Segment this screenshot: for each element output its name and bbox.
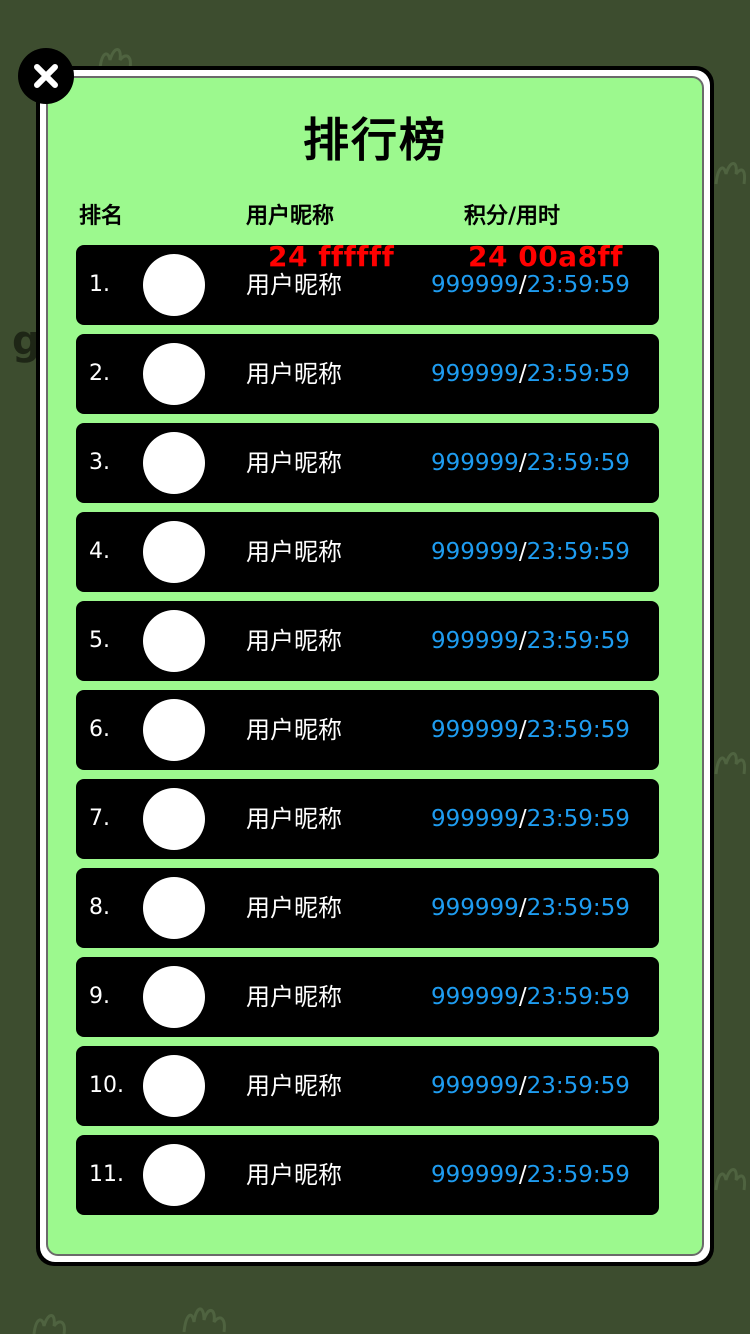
avatar bbox=[143, 343, 205, 405]
score-time: 999999/23:59:59 bbox=[431, 512, 630, 592]
score-time: 999999/23:59:59 bbox=[431, 779, 630, 859]
score-value: 999999 bbox=[431, 272, 519, 298]
score-separator: / bbox=[518, 984, 527, 1010]
score-separator: / bbox=[518, 717, 527, 743]
close-button[interactable] bbox=[18, 48, 74, 104]
user-nickname: 用户昵称 bbox=[246, 983, 342, 1011]
leaderboard-row: 9. 用户昵称 999999/23:59:59 bbox=[76, 957, 659, 1037]
leaderboard-row: 10. 用户昵称 999999/23:59:59 bbox=[76, 1046, 659, 1126]
user-nickname: 用户昵称 bbox=[246, 1161, 342, 1189]
score-separator: / bbox=[518, 628, 527, 654]
rank-number: 1. bbox=[89, 272, 110, 297]
rank-number: 9. bbox=[89, 984, 110, 1009]
grass-tuft-icon bbox=[714, 752, 746, 775]
time-value: 23:59:59 bbox=[526, 628, 630, 654]
score-value: 999999 bbox=[431, 628, 519, 654]
rank-number: 4. bbox=[89, 539, 110, 564]
avatar bbox=[143, 1144, 205, 1206]
score-value: 999999 bbox=[431, 539, 519, 565]
leaderboard-row: 6. 用户昵称 999999/23:59:59 bbox=[76, 690, 659, 770]
score-value: 999999 bbox=[431, 806, 519, 832]
score-time: 999999/23:59:59 bbox=[431, 690, 630, 770]
header-rank: 排名 bbox=[79, 204, 124, 229]
leaderboard-row: 3. 用户昵称 999999/23:59:59 bbox=[76, 423, 659, 503]
time-value: 23:59:59 bbox=[526, 361, 630, 387]
score-style-annotation: 24 00a8ff bbox=[468, 240, 623, 273]
page-title: 排行榜 bbox=[303, 113, 447, 167]
avatar bbox=[143, 877, 205, 939]
leaderboard-row: 8. 用户昵称 999999/23:59:59 bbox=[76, 868, 659, 948]
time-value: 23:59:59 bbox=[526, 1073, 630, 1099]
avatar bbox=[143, 699, 205, 761]
time-value: 23:59:59 bbox=[526, 272, 630, 298]
avatar bbox=[143, 1055, 205, 1117]
score-time: 999999/23:59:59 bbox=[431, 868, 630, 948]
score-time: 999999/23:59:59 bbox=[431, 601, 630, 681]
user-nickname: 用户昵称 bbox=[246, 360, 342, 388]
avatar bbox=[143, 788, 205, 850]
score-time: 999999/23:59:59 bbox=[431, 334, 630, 414]
avatar bbox=[143, 966, 205, 1028]
grass-tuft-icon bbox=[182, 1307, 226, 1333]
score-time: 999999/23:59:59 bbox=[431, 1046, 630, 1126]
avatar bbox=[143, 254, 205, 316]
score-value: 999999 bbox=[431, 984, 519, 1010]
avatar bbox=[143, 432, 205, 494]
rank-number: 7. bbox=[89, 806, 110, 831]
score-value: 999999 bbox=[431, 1162, 519, 1188]
user-nickname: 用户昵称 bbox=[246, 449, 342, 477]
leaderboard-row: 7. 用户昵称 999999/23:59:59 bbox=[76, 779, 659, 859]
rank-number: 3. bbox=[89, 450, 110, 475]
user-nickname: 用户昵称 bbox=[246, 538, 342, 566]
score-separator: / bbox=[518, 895, 527, 921]
rank-number: 2. bbox=[89, 361, 110, 386]
leaderboard-row: 4. 用户昵称 999999/23:59:59 bbox=[76, 512, 659, 592]
score-separator: / bbox=[518, 539, 527, 565]
score-value: 999999 bbox=[431, 361, 519, 387]
time-value: 23:59:59 bbox=[526, 895, 630, 921]
leaderboard-row: 11. 用户昵称 999999/23:59:59 bbox=[76, 1135, 659, 1215]
time-value: 23:59:59 bbox=[526, 984, 630, 1010]
time-value: 23:59:59 bbox=[526, 1162, 630, 1188]
avatar bbox=[143, 521, 205, 583]
header-score-time: 积分/用时 bbox=[464, 204, 561, 229]
time-value: 23:59:59 bbox=[526, 806, 630, 832]
user-nickname: 用户昵称 bbox=[246, 1072, 342, 1100]
rank-number: 8. bbox=[89, 895, 110, 920]
score-time: 999999/23:59:59 bbox=[431, 957, 630, 1037]
rank-number: 6. bbox=[89, 717, 110, 742]
score-separator: / bbox=[518, 1162, 527, 1188]
score-separator: / bbox=[518, 450, 527, 476]
score-value: 999999 bbox=[431, 717, 519, 743]
score-time: 999999/23:59:59 bbox=[431, 423, 630, 503]
score-time: 999999/23:59:59 bbox=[431, 1135, 630, 1215]
user-nickname: 用户昵称 bbox=[246, 627, 342, 655]
score-separator: / bbox=[518, 1073, 527, 1099]
header-nickname: 用户昵称 bbox=[246, 204, 335, 229]
time-value: 23:59:59 bbox=[526, 450, 630, 476]
leaderboard-row: 5. 用户昵称 999999/23:59:59 bbox=[76, 601, 659, 681]
score-separator: / bbox=[518, 806, 527, 832]
rank-number: 5. bbox=[89, 628, 110, 653]
close-icon bbox=[34, 64, 58, 88]
nickname-style-annotation: 24 ffffff bbox=[268, 240, 395, 273]
leaderboard-row: 2. 用户昵称 999999/23:59:59 bbox=[76, 334, 659, 414]
grass-tuft-icon bbox=[32, 1314, 66, 1334]
grass-tuft-icon bbox=[714, 1168, 746, 1191]
user-nickname: 用户昵称 bbox=[246, 716, 342, 744]
time-value: 23:59:59 bbox=[526, 717, 630, 743]
user-nickname: 用户昵称 bbox=[246, 894, 342, 922]
time-value: 23:59:59 bbox=[526, 539, 630, 565]
score-separator: / bbox=[518, 272, 527, 298]
user-nickname: 用户昵称 bbox=[246, 805, 342, 833]
score-value: 999999 bbox=[431, 450, 519, 476]
grass-tuft-icon bbox=[98, 48, 132, 68]
score-separator: / bbox=[518, 361, 527, 387]
rank-number: 11. bbox=[89, 1162, 124, 1187]
rank-number: 10. bbox=[89, 1073, 124, 1098]
score-value: 999999 bbox=[431, 895, 519, 921]
avatar bbox=[143, 610, 205, 672]
score-value: 999999 bbox=[431, 1073, 519, 1099]
leaderboard-list: 1. 用户昵称 999999/23:59:59 2. 用户昵称 999999/23:59:… bbox=[76, 245, 659, 1224]
